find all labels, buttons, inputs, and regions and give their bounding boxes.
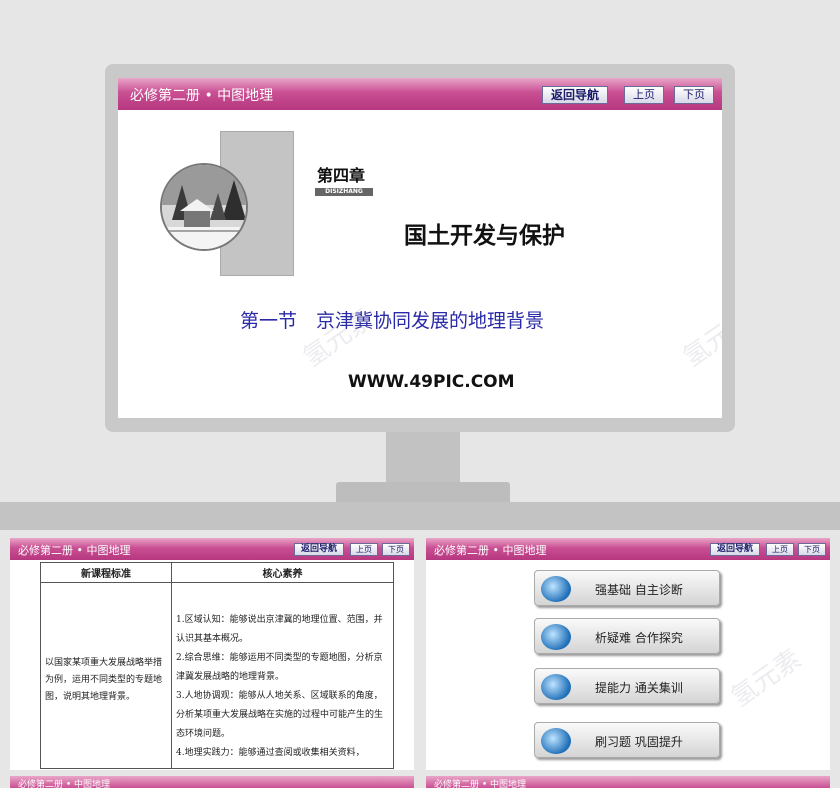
table-header: 核心素养 — [171, 562, 394, 583]
curriculum-slide: 必修第二册 • 中图地理 返回导航 上页 下页 新课程标准 核心素养 以国家某项… — [10, 538, 414, 770]
main-slide: 必修第二册 • 中图地理 返回导航 上页 下页 第四章 DISIZHANG 国土… — [118, 78, 722, 418]
prev-page-button[interactable]: 上页 — [766, 543, 794, 556]
prev-page-button[interactable]: 上页 — [350, 543, 378, 556]
globe-icon — [541, 728, 571, 754]
header-title: 必修第二册 • 中图地理 — [18, 544, 131, 557]
back-to-nav-button[interactable]: 返回导航 — [294, 543, 344, 556]
header-title: 必修第二册 • 中图地理 — [18, 780, 111, 788]
header-title: 必修第二册 • 中图地理 — [434, 780, 527, 788]
chapter-pinyin: DISIZHANG — [315, 188, 373, 196]
chapter-title: 国土开发与保护 — [404, 223, 565, 249]
prev-page-button[interactable]: 上页 — [624, 86, 664, 104]
table-header: 新课程标准 — [40, 562, 172, 583]
menu-button-exercises[interactable]: 刷习题 巩固提升 — [534, 722, 720, 758]
monitor-stand-base — [336, 482, 510, 502]
menu-button-basics[interactable]: 强基础 自主诊断 — [534, 570, 720, 606]
back-to-nav-button[interactable]: 返回导航 — [542, 86, 608, 104]
chapter-number: 第四章 — [317, 166, 366, 185]
menu-label: 强基础 自主诊断 — [595, 583, 683, 597]
header-title: 必修第二册 • 中图地理 — [434, 544, 547, 557]
literacy-item: 4.地理实践力：能够通过查阅或收集相关资料， — [176, 748, 365, 758]
globe-icon — [541, 576, 571, 602]
literacy-item: 1.区域认知：能够说出京津冀的地理位置、范围，并认识其基本概况。 — [176, 615, 383, 644]
literacy-item: 2.综合思维：能够运用不同类型的专题地图，分析京津冀发展战略的地理背景。 — [176, 653, 383, 682]
slide-header-bar: 必修第二册 • 中图地理 返回导航 上页 下页 — [426, 538, 830, 560]
monitor-stand-neck — [386, 432, 460, 484]
next-slide-preview: 必修第二册 • 中图地理 — [10, 776, 414, 788]
next-slide-preview: 必修第二册 • 中图地理 — [426, 776, 830, 788]
menu-slide: 必修第二册 • 中图地理 返回导航 上页 下页 强基础 自主诊断 析疑难 合作探… — [426, 538, 830, 770]
curriculum-table: 新课程标准 核心素养 以国家某项重大发展战略举措为例，运用不同类型的专题地图，说… — [40, 562, 394, 769]
next-page-button[interactable]: 下页 — [382, 543, 410, 556]
menu-button-analysis[interactable]: 析疑难 合作探究 — [534, 618, 720, 654]
website-text: WWW.49PIC.COM — [348, 372, 515, 392]
menu-button-training[interactable]: 提能力 通关集训 — [534, 668, 720, 704]
menu-label: 刷习题 巩固提升 — [595, 735, 683, 749]
header-title: 必修第二册 • 中图地理 — [130, 88, 274, 104]
slide-header-bar: 必修第二册 • 中图地理 返回导航 上页 下页 — [118, 78, 722, 110]
menu-label: 析疑难 合作探究 — [595, 631, 683, 645]
globe-icon — [541, 674, 571, 700]
next-page-button[interactable]: 下页 — [674, 86, 714, 104]
standard-cell: 以国家某项重大发展战略举措为例，运用不同类型的专题地图，说明其地理背景。 — [40, 582, 172, 769]
menu-label: 提能力 通关集训 — [595, 681, 683, 695]
floor-strip — [0, 502, 840, 530]
winter-cabin-image — [160, 163, 248, 251]
watermark: 氢元素 — [725, 643, 807, 714]
literacy-item: 3.人地协调观：能够从人地关系、区域联系的角度，分析某项重大发展战略在实施的过程… — [176, 691, 384, 739]
section-title: 第一节 京津冀协同发展的地理背景 — [240, 310, 545, 332]
next-page-button[interactable]: 下页 — [798, 543, 826, 556]
literacy-cell: 1.区域认知：能够说出京津冀的地理位置、范围，并认识其基本概况。 2.综合思维：… — [171, 582, 394, 769]
slide-header-bar: 必修第二册 • 中图地理 返回导航 上页 下页 — [10, 538, 414, 560]
globe-icon — [541, 624, 571, 650]
back-to-nav-button[interactable]: 返回导航 — [710, 543, 760, 556]
watermark: 氢元素 — [677, 303, 722, 374]
